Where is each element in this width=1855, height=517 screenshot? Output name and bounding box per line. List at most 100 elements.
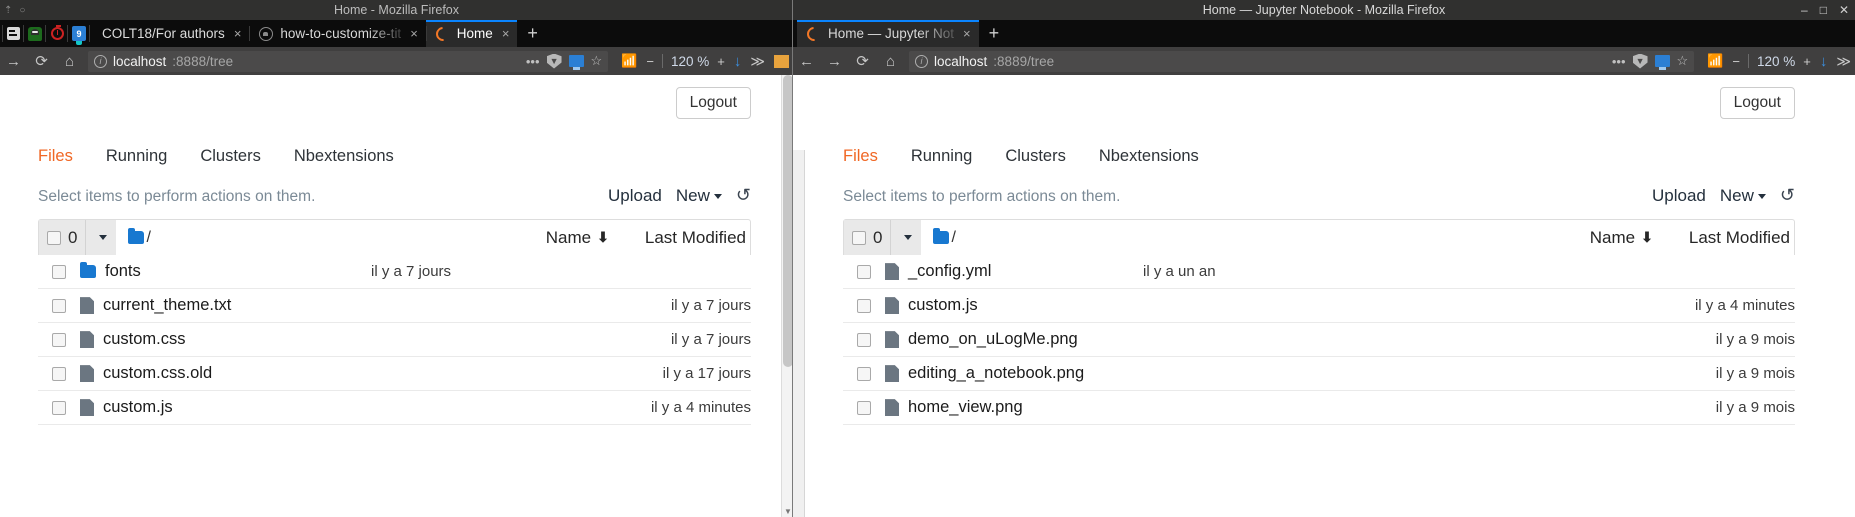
rss-icon[interactable]: 📶: [1707, 53, 1723, 69]
browser-tab-2[interactable]: Home ×: [425, 20, 518, 47]
downloads-icon[interactable]: ↓: [734, 53, 742, 70]
tab-running[interactable]: Running: [106, 147, 167, 166]
refresh-icon[interactable]: ↺: [736, 185, 751, 206]
close-icon[interactable]: ×: [410, 26, 418, 41]
table-row[interactable]: _config.yml il y a un an: [843, 255, 1795, 290]
home-button[interactable]: ⌂: [60, 53, 79, 70]
tux-icon[interactable]: [24, 20, 46, 47]
pocket-icon[interactable]: ▼: [546, 53, 562, 69]
zoom-in-button[interactable]: +: [1803, 54, 1811, 69]
row-checkbox[interactable]: [857, 366, 871, 381]
breadcrumb[interactable]: /: [116, 228, 151, 247]
screenshot-icon[interactable]: [1654, 55, 1670, 70]
table-row[interactable]: custom.js il y a 4 minutes: [38, 391, 751, 426]
file-name[interactable]: custom.css.old: [103, 364, 212, 383]
close-icon[interactable]: ×: [234, 26, 242, 41]
reload-button[interactable]: ⟳: [853, 52, 872, 70]
selection-dropdown[interactable]: [85, 220, 117, 256]
bookmark-icon[interactable]: ☆: [591, 53, 603, 69]
selection-dropdown[interactable]: [890, 220, 922, 256]
file-name[interactable]: home_view.png: [908, 398, 1023, 417]
tab-nbextensions[interactable]: Nbextensions: [294, 147, 394, 166]
select-all-checkbox[interactable]: [47, 230, 61, 245]
file-name[interactable]: current_theme.txt: [103, 296, 231, 315]
page-actions-icon[interactable]: •••: [1612, 54, 1626, 69]
select-all-checkbox[interactable]: [852, 230, 866, 245]
zoom-in-button[interactable]: +: [717, 54, 725, 69]
table-row[interactable]: custom.js il y a 4 minutes: [843, 289, 1795, 324]
upload-button[interactable]: Upload: [1652, 186, 1706, 206]
row-checkbox[interactable]: [52, 400, 66, 415]
tab-clusters[interactable]: Clusters: [200, 147, 261, 166]
table-row[interactable]: demo_on_uLogMe.png il y a 9 mois: [843, 323, 1795, 358]
rss-icon[interactable]: 📶: [621, 53, 637, 69]
row-checkbox[interactable]: [52, 298, 66, 313]
table-row[interactable]: editing_a_notebook.png il y a 9 mois: [843, 357, 1795, 392]
downloads-icon[interactable]: ↓: [1820, 53, 1828, 70]
table-row[interactable]: custom.css.old il y a 17 jours: [38, 357, 751, 392]
site-info-icon[interactable]: i: [915, 54, 928, 68]
maximize-icon[interactable]: □: [1820, 3, 1827, 17]
zoom-out-button[interactable]: −: [1732, 54, 1740, 69]
file-name[interactable]: demo_on_uLogMe.png: [908, 330, 1078, 349]
overflow-chevron-icon[interactable]: ≫: [1836, 53, 1851, 70]
tab-running[interactable]: Running: [911, 147, 972, 166]
pocket-icon[interactable]: ▼: [1632, 53, 1648, 69]
bookmark-icon[interactable]: ☆: [1677, 53, 1689, 69]
select-all-control[interactable]: 0: [844, 220, 891, 256]
back-button[interactable]: ←: [797, 53, 816, 70]
column-name[interactable]: Name ⬇: [1590, 228, 1653, 248]
table-row[interactable]: fonts il y a 7 jours: [38, 255, 751, 290]
close-icon[interactable]: ✕: [1839, 3, 1849, 17]
row-checkbox[interactable]: [52, 264, 66, 279]
row-checkbox[interactable]: [857, 298, 871, 313]
tab-files[interactable]: Files: [843, 147, 878, 166]
close-icon[interactable]: ×: [963, 26, 971, 41]
site-info-icon[interactable]: i: [94, 54, 107, 68]
screenshot-icon[interactable]: [568, 55, 584, 70]
column-last-modified[interactable]: Last Modified: [645, 228, 746, 248]
select-all-control[interactable]: 0: [39, 220, 86, 256]
page-actions-icon[interactable]: •••: [526, 54, 540, 69]
file-name[interactable]: custom.js: [103, 398, 173, 417]
row-checkbox[interactable]: [52, 332, 66, 347]
browser-tab-0[interactable]: Home — Jupyter Not ×: [797, 20, 979, 47]
hamburger-menu-icon[interactable]: [774, 54, 789, 68]
url-bar[interactable]: i localhost:8889/tree ••• ▼ ☆: [909, 50, 1695, 72]
forward-button[interactable]: →: [4, 53, 23, 70]
table-row[interactable]: home_view.png il y a 9 mois: [843, 391, 1795, 426]
row-checkbox[interactable]: [52, 366, 66, 381]
tab-nbextensions[interactable]: Nbextensions: [1099, 147, 1199, 166]
refresh-icon[interactable]: ↺: [1780, 185, 1795, 206]
new-button[interactable]: New: [676, 186, 722, 206]
row-checkbox[interactable]: [857, 332, 871, 347]
logout-button[interactable]: Logout: [675, 87, 751, 120]
table-row[interactable]: custom.css il y a 7 jours: [38, 323, 751, 358]
home-button[interactable]: ⌂: [881, 53, 900, 70]
timer-icon[interactable]: [46, 20, 68, 47]
zoom-out-button[interactable]: −: [646, 54, 654, 69]
browser-tab-0[interactable]: COLT18/For authors ×: [92, 20, 249, 47]
file-name[interactable]: custom.js: [908, 296, 978, 315]
new-button[interactable]: New: [1720, 186, 1766, 206]
row-checkbox[interactable]: [857, 264, 871, 279]
close-icon[interactable]: ×: [502, 26, 510, 41]
browser-tab-1[interactable]: how-to-customize-tit ×: [249, 20, 425, 47]
file-name[interactable]: custom.css: [103, 330, 186, 349]
column-last-modified[interactable]: Last Modified: [1689, 228, 1790, 248]
row-checkbox[interactable]: [857, 400, 871, 415]
terminal-icon[interactable]: [2, 20, 24, 47]
logout-button[interactable]: Logout: [1719, 87, 1795, 120]
page-scrollbar-right[interactable]: [793, 150, 805, 517]
breadcrumb[interactable]: /: [921, 228, 956, 247]
overflow-chevron-icon[interactable]: ≫: [750, 53, 765, 70]
minimize-icon[interactable]: –: [1801, 3, 1808, 17]
file-name[interactable]: fonts: [105, 262, 141, 281]
upload-button[interactable]: Upload: [608, 186, 662, 206]
column-name[interactable]: Name ⬇: [546, 228, 609, 248]
url-bar[interactable]: i localhost:8888/tree ••• ▼ ☆: [88, 50, 609, 72]
table-row[interactable]: current_theme.txt il y a 7 jours: [38, 289, 751, 324]
calendar-icon[interactable]: 9: [68, 20, 90, 47]
new-tab-button[interactable]: +: [517, 20, 548, 47]
tab-clusters[interactable]: Clusters: [1005, 147, 1066, 166]
